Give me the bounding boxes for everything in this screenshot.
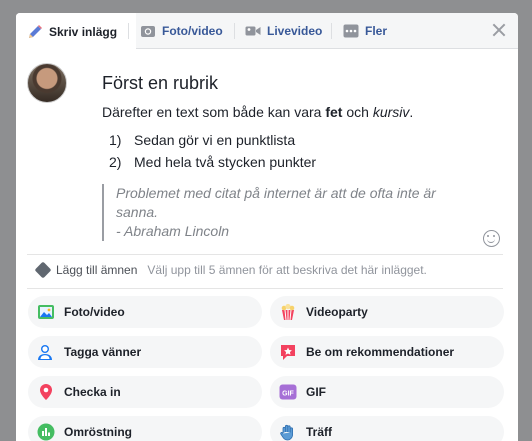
- tab-photo-video-label: Foto/video: [162, 24, 223, 38]
- tab-live-video[interactable]: Livevideo: [245, 13, 322, 49]
- tab-more[interactable]: Fler: [343, 13, 387, 49]
- action-poll[interactable]: Omröstning: [28, 416, 262, 441]
- create-post-dialog: Skriv inlägg Foto/video Livevideo Fler F…: [16, 13, 518, 441]
- divider: [27, 254, 503, 255]
- topics-hint: Välj upp till 5 ämnen för att beskriva d…: [147, 263, 427, 277]
- add-topics[interactable]: Lägg till ämnen Välj upp till 5 ämnen fö…: [34, 261, 427, 279]
- list-number: 1): [109, 132, 122, 148]
- list-number: 2): [109, 154, 122, 170]
- video-camera-icon: [245, 23, 261, 39]
- quote-author: - Abraham Lincoln: [116, 223, 230, 239]
- post-heading: Först en rubrik: [102, 73, 219, 93]
- quote-line: sanna.: [116, 204, 159, 220]
- action-tag-friends[interactable]: Tagga vänner: [28, 336, 262, 368]
- action-label: Checka in: [64, 385, 121, 399]
- action-label: GIF: [306, 385, 326, 399]
- post-paragraph: Därefter en text som både kan vara fet o…: [102, 104, 502, 120]
- action-gif[interactable]: GIF GIF: [270, 376, 504, 408]
- pencil-icon: [27, 24, 43, 40]
- blockquote: Problemet med citat på internet är att d…: [102, 184, 442, 241]
- action-meetup[interactable]: Träff: [270, 416, 504, 441]
- action-ask-recommendations[interactable]: Be om rekommendationer: [270, 336, 504, 368]
- paragraph-text: .: [409, 104, 414, 120]
- action-photo-video[interactable]: Foto/video: [28, 296, 262, 328]
- close-icon[interactable]: [490, 21, 508, 39]
- list-text: Med hela två stycken punkter: [134, 154, 317, 170]
- tag-friends-icon: [37, 343, 55, 361]
- poll-icon: [37, 423, 55, 441]
- tab-photo-video[interactable]: Foto/video: [140, 13, 223, 49]
- popcorn-icon: [279, 303, 297, 321]
- italic-text: kursiv: [372, 104, 410, 120]
- emoji-icon[interactable]: [483, 230, 500, 247]
- tab-write-post-label: Skriv inlägg: [49, 24, 118, 39]
- recommendation-icon: [279, 343, 297, 361]
- camera-icon: [140, 23, 156, 39]
- tab-live-video-label: Livevideo: [267, 24, 323, 38]
- action-label: Träff: [306, 425, 333, 439]
- tab-divider: [128, 23, 129, 39]
- topics-label: Lägg till ämnen: [56, 263, 138, 277]
- composer-tabs: Skriv inlägg Foto/video Livevideo Fler: [16, 13, 518, 50]
- tab-divider: [331, 23, 332, 39]
- quote-line: Problemet med citat på internet är att d…: [116, 185, 436, 201]
- divider: [27, 288, 503, 289]
- avatar[interactable]: [27, 63, 67, 103]
- tab-divider: [234, 23, 235, 39]
- action-label: Omröstning: [64, 425, 132, 439]
- paragraph-text: och: [342, 104, 373, 120]
- action-check-in[interactable]: Checka in: [28, 376, 262, 408]
- more-icon: [343, 23, 359, 39]
- action-label: Videoparty: [306, 305, 368, 319]
- photo-icon: [37, 303, 55, 321]
- list-item: 2) Med hela två stycken punkter: [102, 154, 502, 170]
- paragraph-text: Därefter en text som både kan vara: [102, 104, 326, 120]
- tab-write-post[interactable]: Skriv inlägg: [16, 13, 136, 50]
- gif-icon: GIF: [279, 383, 297, 401]
- list-text: Sedan gör vi en punktlista: [134, 132, 296, 148]
- wave-hand-icon: [279, 423, 297, 441]
- location-pin-icon: [37, 383, 55, 401]
- action-videoparty[interactable]: Videoparty: [270, 296, 504, 328]
- action-label: Be om rekommendationer: [306, 345, 455, 359]
- list-item: 1) Sedan gör vi en punktlista: [102, 132, 502, 148]
- post-editor[interactable]: Först en rubrik Därefter en text som båd…: [102, 73, 502, 241]
- tag-icon: [34, 261, 52, 279]
- action-label: Tagga vänner: [64, 345, 142, 359]
- numbered-list: 1) Sedan gör vi en punktlista 2) Med hela …: [102, 132, 502, 170]
- action-label: Foto/video: [64, 305, 125, 319]
- tab-more-label: Fler: [365, 24, 388, 38]
- svg-text:GIF: GIF: [282, 390, 294, 397]
- bold-text: fet: [325, 104, 343, 120]
